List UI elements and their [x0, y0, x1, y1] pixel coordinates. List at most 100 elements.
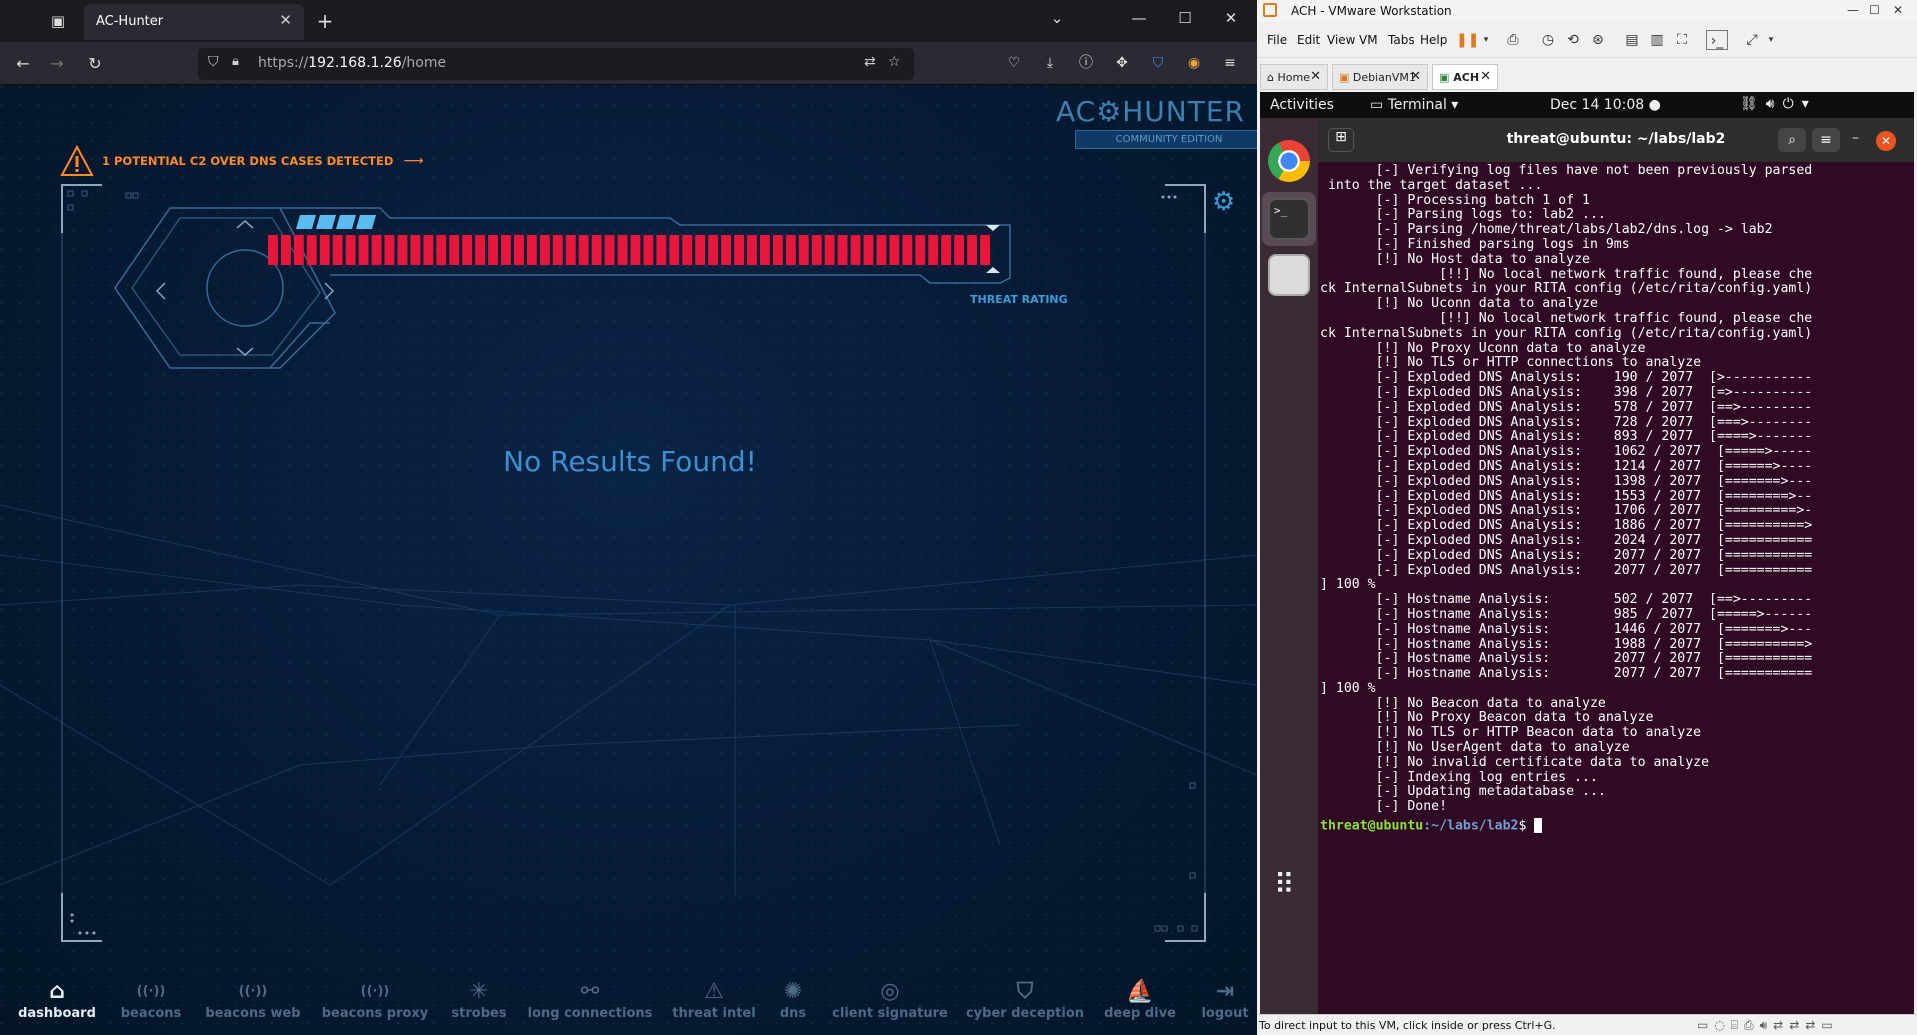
lock-icon[interactable]: 🔒︎: [232, 54, 239, 69]
tab-bar: ▣ AC-Hunter ✕ + ⌄ — ☐ ✕: [0, 0, 1257, 42]
bookmark-star-icon[interactable]: ☆: [888, 54, 901, 70]
translate-icon[interactable]: ⇄: [864, 54, 876, 70]
search-icon[interactable]: ⌕: [1778, 128, 1806, 152]
threat-bar-segment: [358, 235, 369, 265]
send-keys-icon[interactable]: ⎙: [1502, 30, 1524, 50]
ubuntu-desktop[interactable]: Activities ▭ Terminal ▾ Dec 14 10:08 ● ⛓…: [1260, 92, 1914, 1014]
url-text[interactable]: https://192.168.1.26/home: [258, 55, 446, 71]
minimize-icon[interactable]: –: [1852, 130, 1859, 146]
nav-logout[interactable]: ⇥ logout: [1155, 976, 1257, 1035]
console-icon[interactable]: ›_: [1706, 30, 1728, 50]
library-icon[interactable]: ▤: [1621, 30, 1643, 50]
threat-bar-segment: [747, 235, 757, 265]
snapshot-manager-icon[interactable]: ⊛: [1587, 30, 1609, 50]
maximize-icon[interactable]: ☐: [1869, 3, 1880, 17]
new-tab-icon[interactable]: +: [312, 8, 338, 34]
tab-list-icon[interactable]: ▣: [44, 10, 72, 32]
threat-bar-segment: [410, 235, 421, 265]
menu-view[interactable]: View: [1327, 33, 1355, 47]
close-tab-icon[interactable]: ✕: [279, 11, 292, 29]
back-icon[interactable]: ←: [10, 51, 36, 77]
terminal-line: ] 100 %: [1320, 577, 1376, 593]
chevron-down-icon[interactable]: ▾: [1475, 30, 1497, 50]
terminal-line: [-] Hostname Analysis: 1988 / 2077 [====…: [1320, 636, 1813, 652]
chevron-down-icon[interactable]: ▾: [1760, 30, 1782, 50]
threat-bar-segment: [565, 235, 576, 265]
menu-icon[interactable]: ≡: [1219, 52, 1241, 74]
dns-alert[interactable]: 1 POTENTIAL C2 OVER DNS CASES DETECTED ⟶: [60, 143, 424, 179]
gear-icon[interactable]: ⚙: [1212, 187, 1235, 217]
info-icon[interactable]: ⓘ: [1075, 52, 1097, 74]
nav-long-connections[interactable]: ⚯ long connections: [520, 976, 660, 1035]
maximize-icon[interactable]: ☐: [1170, 9, 1200, 27]
terminal-line: [-] Exploded DNS Analysis: 1886 / 2077 […: [1320, 518, 1813, 534]
close-icon[interactable]: ✕: [1876, 131, 1896, 151]
terminal-menu-label: Terminal ▾: [1387, 97, 1459, 113]
threat-bar-segment: [721, 235, 731, 265]
browser-tab-achunter[interactable]: AC-Hunter ✕: [84, 4, 304, 40]
minimize-icon[interactable]: —: [1847, 3, 1859, 17]
menu-vm[interactable]: VM: [1359, 33, 1378, 47]
menu-file[interactable]: File: [1267, 33, 1287, 47]
snapshot-icon[interactable]: ◷: [1537, 30, 1559, 50]
terminal-output[interactable]: [-] Verifying log files have not been pr…: [1318, 162, 1914, 1014]
terminal-window[interactable]: ⊞ threat@ubuntu: ~/labs/lab2 ⌕ ≡ – ▫ ✕ […: [1318, 118, 1914, 1014]
close-window-icon[interactable]: ✕: [1893, 3, 1903, 17]
terminal-line: [-] Finished parsing logs in 9ms: [1320, 236, 1630, 252]
terminal-dock-icon[interactable]: >_: [1268, 198, 1310, 240]
close-window-icon[interactable]: ✕: [1216, 9, 1246, 27]
close-icon[interactable]: ✕: [1410, 69, 1421, 84]
thumbnail-icon[interactable]: ▥: [1646, 30, 1668, 50]
menu-help[interactable]: Help: [1420, 33, 1447, 47]
terminal-line: [!] No UserAgent data to analyze: [1320, 740, 1630, 756]
volume-icon: 🔊︎: [1765, 96, 1783, 112]
clock[interactable]: Dec 14 10:08 ●: [1550, 97, 1661, 113]
vm-tab-ach[interactable]: ▣ ACH ✕: [1432, 64, 1498, 90]
menu-edit[interactable]: Edit: [1297, 33, 1320, 47]
vm-tab-label: DebianVM1: [1352, 71, 1416, 84]
logout-icon: ⇥: [1215, 979, 1235, 1004]
threat-bar-segment: [798, 235, 809, 265]
terminal-line: [-] Exploded DNS Analysis: 1553 / 2077 […: [1320, 488, 1813, 504]
url-path: /home: [401, 55, 447, 71]
nav-beacons-web[interactable]: ((·)) beacons web: [183, 976, 323, 1035]
tab-overflow-icon[interactable]: ⌄: [1042, 9, 1072, 27]
terminal-app-menu[interactable]: ▭ Terminal ▾: [1370, 97, 1458, 113]
hamburger-menu-icon[interactable]: ≡: [1812, 128, 1840, 152]
close-icon[interactable]: ✕: [1480, 69, 1491, 84]
shell-prompt[interactable]: threat@ubuntu:~/labs/lab2$: [1320, 818, 1543, 834]
minimize-icon[interactable]: —: [1124, 9, 1154, 27]
chrome-icon[interactable]: [1268, 140, 1310, 182]
fullscreen-icon[interactable]: ⛶: [1671, 30, 1693, 50]
show-apps-icon[interactable]: ⠿: [1274, 868, 1295, 901]
threat-bar-segment: [863, 235, 874, 265]
extensions-icon[interactable]: ✥: [1111, 52, 1133, 74]
account-icon[interactable]: ◉: [1183, 52, 1205, 74]
system-tray[interactable]: ⛓🔊︎⏻▾: [1740, 96, 1817, 112]
close-icon[interactable]: ✕: [1310, 69, 1321, 84]
pocket-icon[interactable]: ♡: [1003, 52, 1025, 74]
vm-tab-home[interactable]: ⌂ Home ✕: [1260, 64, 1328, 90]
device-icons[interactable]: ▭◌⌸⎙🔊︎⇄⇄⇄▭: [1697, 1018, 1839, 1033]
nav-client-signature[interactable]: ◎ client signature: [820, 976, 960, 1035]
terminal-line: [-] Exploded DNS Analysis: 1398 / 2077 […: [1320, 473, 1813, 489]
activities-button[interactable]: Activities: [1270, 97, 1334, 113]
terminal-line: [!] No Beacon data to analyze: [1320, 695, 1606, 711]
prompt-user: threat@ubuntu: [1320, 818, 1424, 834]
bitwarden-icon[interactable]: ⛉: [1147, 52, 1169, 74]
terminal-line: [-] Exploded DNS Analysis: 2077 / 2077 […: [1320, 547, 1813, 563]
shield-icon[interactable]: ⛉: [208, 54, 219, 70]
downloads-icon[interactable]: ⤓: [1039, 52, 1061, 74]
clock-text: Dec 14 10:08: [1550, 97, 1645, 113]
revert-snapshot-icon[interactable]: ⟲: [1562, 30, 1584, 50]
vm-tab-debianvm1[interactable]: ▣ DebianVM1 ✕: [1332, 64, 1428, 90]
reload-icon[interactable]: ↻: [82, 51, 108, 77]
threat-rating-bar: [268, 235, 990, 265]
menu-tabs[interactable]: Tabs: [1388, 33, 1415, 47]
forward-icon[interactable]: →: [44, 51, 70, 77]
status-text: To direct input to this VM, click inside…: [1259, 1019, 1556, 1032]
threat-bar-segment: [682, 235, 693, 265]
url-bar[interactable]: ⛉ 🔒︎ https://192.168.1.26/home ⇄ ☆: [198, 48, 914, 80]
achunter-page: AC⚙HUNTER COMMUNITY EDITION 1 POTENTIAL …: [0, 85, 1257, 1035]
files-icon[interactable]: [1268, 254, 1310, 296]
